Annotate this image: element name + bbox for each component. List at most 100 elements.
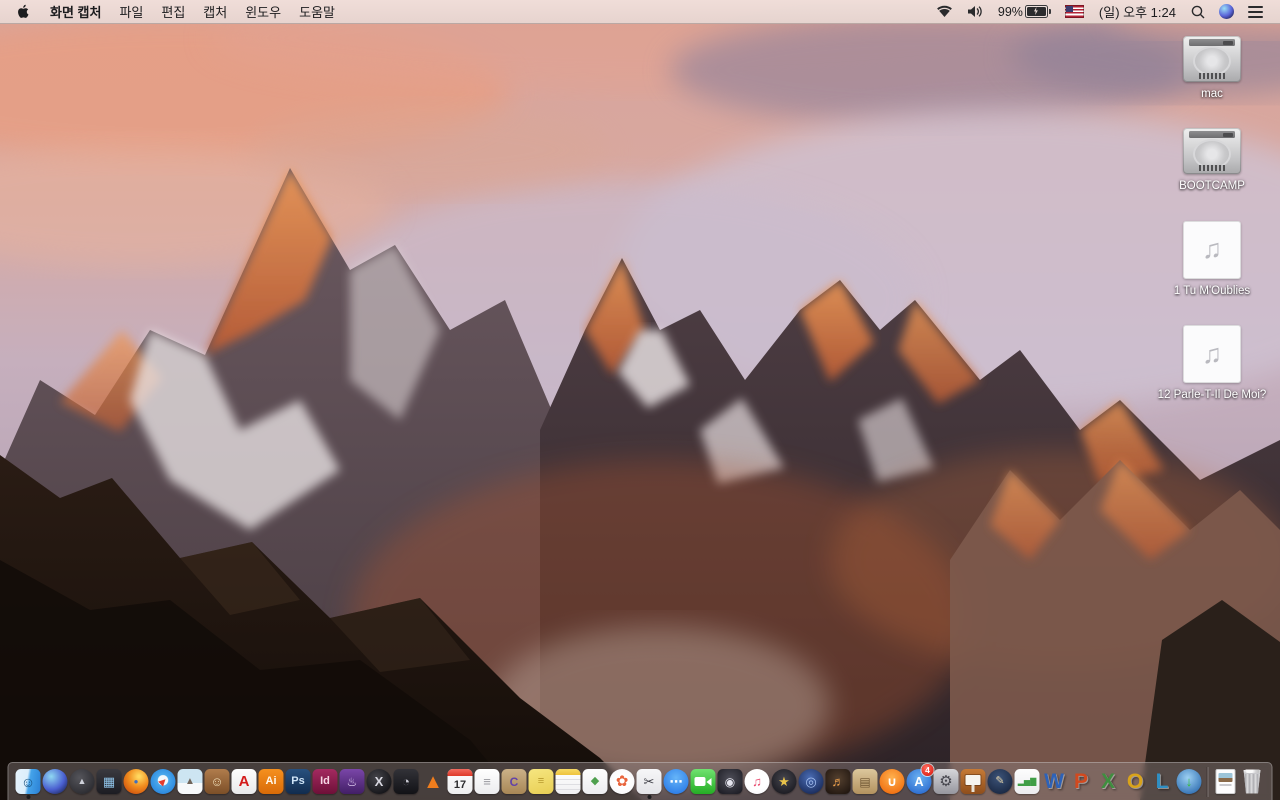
dock-item-ms-lync[interactable]: L [1149, 763, 1176, 800]
volume-icon[interactable] [960, 0, 991, 23]
us-flag-icon [1064, 5, 1084, 18]
menubar-item-1[interactable]: 편집 [152, 0, 194, 23]
mission-control-icon: ▦ [96, 769, 122, 794]
siri-icon [42, 769, 68, 794]
acrobat-icon: A [231, 769, 257, 794]
dock-item-acrobat[interactable]: A [231, 763, 258, 800]
dock-item-reminders[interactable]: ≡ [474, 763, 501, 800]
dock-item-indesign[interactable]: Id [312, 763, 339, 800]
dock-item-pages[interactable]: ✎ [987, 763, 1014, 800]
disk-speed-icon: ◔ [393, 769, 419, 794]
notification-center-button[interactable] [1241, 0, 1270, 23]
facetime-icon [690, 769, 716, 794]
menubar-item-0[interactable]: 파일 [110, 0, 152, 23]
dock-item-stuffit[interactable]: C [501, 763, 528, 800]
color-cards-icon: ◆ [582, 769, 608, 794]
dock-item-document[interactable] [1212, 763, 1239, 800]
itunes-icon: ♫ [744, 769, 770, 794]
contacts-icon: ☺ [204, 769, 230, 794]
dock-item-ms-powerpoint[interactable]: P [1068, 763, 1095, 800]
desktop-icon-audio-3[interactable]: ♫ 12 Parle-T-Il De Moi? [1156, 325, 1268, 402]
menubar-item-3[interactable]: 윈도우 [236, 0, 290, 23]
firefox-icon: ● [123, 769, 149, 794]
pages-icon: ✎ [987, 769, 1013, 794]
wallpaper-image [0, 0, 1280, 800]
dock-item-app-store[interactable]: A4 [906, 763, 934, 800]
desktop-icon-label: mac [1201, 88, 1223, 100]
apple-icon [18, 4, 29, 18]
dock-item-vlc[interactable]: ▲ [420, 763, 447, 800]
launchpad-icon: ▲ [69, 769, 95, 794]
dock-item-stickies[interactable]: ≡ [528, 763, 555, 800]
wifi-icon[interactable] [929, 0, 960, 23]
desktop-icons: mac BOOTCAMP ♫ 1 Tu M'Oublies ♫ 12 Parle-T-Il… [1156, 36, 1268, 403]
menubar-item-4[interactable]: 도움말 [290, 0, 344, 23]
dock-item-calendar[interactable]: 17 [447, 763, 474, 800]
reminders-icon: ≡ [474, 769, 500, 794]
dock-item-contacts[interactable]: ☺ [204, 763, 231, 800]
photos-icon: ✿ [609, 769, 635, 794]
dock-item-preview[interactable]: ▲ [177, 763, 204, 800]
dock-item-itunes[interactable]: ♫ [744, 763, 771, 800]
newsstand-icon: ▤ [852, 769, 878, 794]
safari-icon: ▶ [150, 769, 176, 794]
dock: ☺ ▲ ▦ ● ▶ ▲ ☺ A Ai Ps Id ♨ X ◔ ▲ 17 ≡ C ≡ ◆ ✿ ✂ ⋯ ◉ ♫ ★ ◎ ♬ ▤ ∪ A 4 ⚙ ✎ ▂▅… [7, 762, 1273, 800]
photoshop-icon: Ps [285, 769, 311, 794]
dock-item-idvd[interactable]: ◎ [798, 763, 825, 800]
dock-item-color-cards[interactable]: ◆ [582, 763, 609, 800]
dock-item-facetime[interactable] [690, 763, 717, 800]
dock-item-messages[interactable]: ⋯ [663, 763, 690, 800]
keynote-icon [960, 769, 986, 794]
desktop-icon-drive-0[interactable]: mac [1156, 36, 1268, 101]
dock-item-photoshop[interactable]: Ps [285, 763, 312, 800]
dock-item-safari[interactable]: ▶ [150, 763, 177, 800]
running-indicator [647, 795, 651, 799]
dock-item-keynote[interactable] [960, 763, 987, 800]
dock-divider [1206, 766, 1208, 797]
dock-item-finder[interactable]: ☺ [15, 763, 42, 800]
dock-item-grab[interactable]: ✂ [636, 763, 663, 800]
hard-drive-icon [1183, 36, 1241, 82]
dock-item-photo-booth[interactable]: ◉ [717, 763, 744, 800]
dock-item-siri[interactable] [42, 763, 69, 800]
dock-item-imovie[interactable]: ★ [771, 763, 798, 800]
dock-item-illustrator[interactable]: Ai [258, 763, 285, 800]
battery-percent: 99% [997, 4, 1023, 19]
spotlight-button[interactable] [1184, 0, 1212, 23]
dock-item-ms-outlook[interactable]: O [1122, 763, 1149, 800]
desktop-icon-drive-1[interactable]: BOOTCAMP [1156, 128, 1268, 193]
dock-item-trash[interactable] [1239, 763, 1266, 800]
dock-item-xquartz[interactable]: X [366, 763, 393, 800]
dock-item-ms-excel[interactable]: X [1095, 763, 1122, 800]
dock-item-numbers[interactable]: ▂▅▇ [1014, 763, 1041, 800]
dock-item-ms-word[interactable]: W [1041, 763, 1068, 800]
dock-item-firefox[interactable]: ● [123, 763, 150, 800]
ms-lync-icon: L [1155, 770, 1169, 793]
imovie-icon: ★ [771, 769, 797, 794]
dock-item-system-preferences[interactable]: ⚙ [933, 763, 960, 800]
menubar-item-2[interactable]: 캡처 [194, 0, 236, 23]
dock-item-disk-speed[interactable]: ◔ [393, 763, 420, 800]
apple-menu[interactable] [0, 0, 41, 23]
battery-status[interactable]: 99% [991, 0, 1058, 23]
dock-item-toast[interactable]: ♨ [339, 763, 366, 800]
active-app-menu[interactable]: 화면 캡처 [41, 0, 110, 23]
dock-item-launchpad[interactable]: ▲ [69, 763, 96, 800]
numbers-icon: ▂▅▇ [1014, 769, 1040, 794]
dock-item-newsstand[interactable]: ▤ [852, 763, 879, 800]
stuffit-icon: C [501, 769, 527, 794]
dock-item-ibooks[interactable]: ∪ [879, 763, 906, 800]
menu-clock[interactable]: (일) 오후 1:24 [1091, 0, 1184, 23]
dock-item-mission-control[interactable]: ▦ [96, 763, 123, 800]
dock-item-notes[interactable] [555, 763, 582, 800]
grab-icon: ✂ [636, 769, 662, 794]
notification-center-icon [1248, 5, 1263, 18]
siri-button[interactable] [1212, 0, 1241, 23]
input-source-flag[interactable] [1058, 0, 1091, 23]
dock-item-garageband[interactable]: ♬ [825, 763, 852, 800]
system-preferences-icon: ⚙ [933, 769, 959, 794]
dock-item-photos[interactable]: ✿ [609, 763, 636, 800]
desktop-icon-audio-2[interactable]: ♫ 1 Tu M'Oublies [1156, 220, 1268, 298]
battery-charging-icon [1024, 5, 1051, 18]
dock-item-globe-download[interactable]: ↓ [1176, 763, 1203, 800]
